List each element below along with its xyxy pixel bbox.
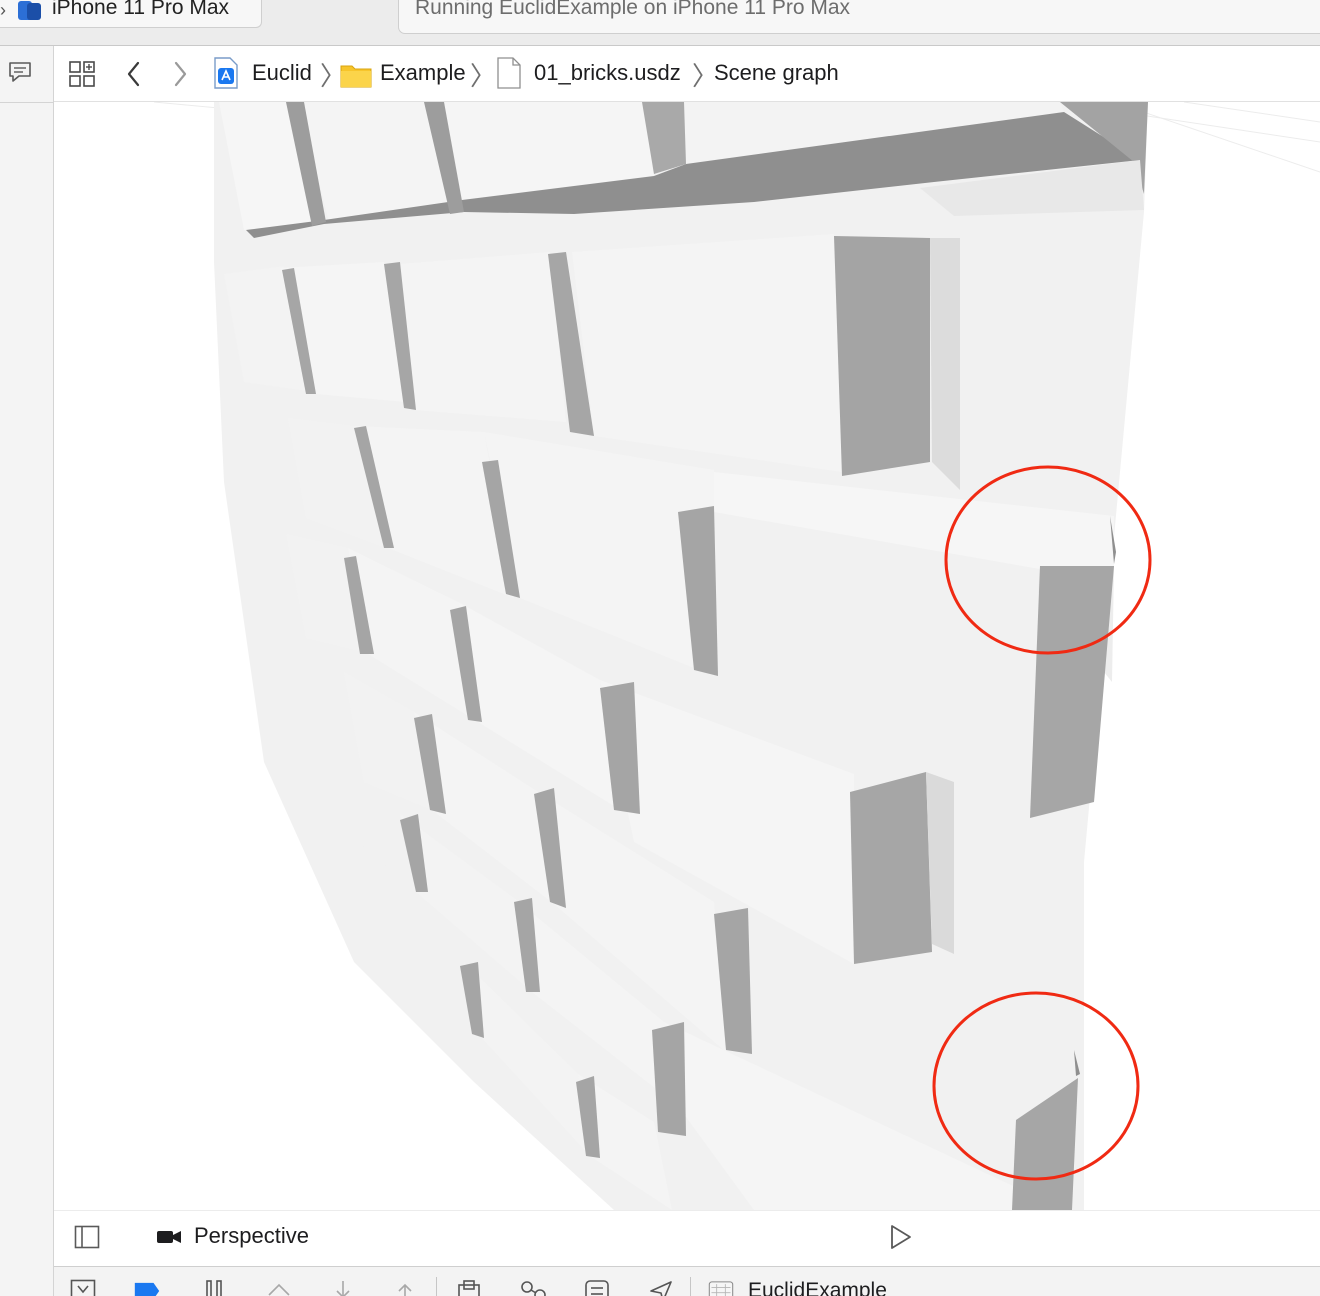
related-items-grid-icon[interactable]: [68, 60, 96, 88]
activity-view: Running EuclidExample on iPhone 11 Pro M…: [398, 0, 1320, 34]
breadcrumb-project[interactable]: Euclid: [252, 60, 312, 86]
step-out-icon[interactable]: [392, 1279, 418, 1296]
play-icon[interactable]: [888, 1223, 914, 1251]
scheme-device-label: iPhone 11 Pro Max: [52, 0, 230, 19]
forward-chevron-icon[interactable]: [170, 60, 190, 88]
debug-bar: EuclidExample: [54, 1266, 1320, 1296]
memory-graph-icon[interactable]: [520, 1279, 546, 1296]
brick-side: [834, 236, 930, 476]
toolbar-divider: [436, 1277, 437, 1296]
debug-process-name: EuclidExample: [748, 1279, 887, 1296]
simulate-location-icon[interactable]: [648, 1279, 674, 1296]
scene-viewport[interactable]: [54, 102, 1320, 1210]
folder-icon: [340, 65, 372, 88]
xcode-project-icon: [214, 57, 238, 89]
toolbar-divider: [690, 1277, 691, 1296]
sidebar-toggle-icon[interactable]: [74, 1225, 100, 1249]
comment-icon[interactable]: [7, 60, 33, 84]
jump-bar: Euclid 〉 Example 〉 01_bricks.usdz 〉 Scen…: [54, 46, 1320, 102]
step-into-icon[interactable]: [330, 1279, 356, 1296]
pause-icon[interactable]: [202, 1279, 228, 1296]
breakpoints-toggle-icon[interactable]: [134, 1279, 160, 1296]
hide-debug-area-icon[interactable]: [70, 1279, 96, 1296]
brick-side: [850, 772, 932, 964]
viewport-toolbar: Perspective: [54, 1210, 1320, 1266]
brick-edge: [930, 238, 960, 490]
back-chevron-icon[interactable]: [124, 60, 144, 88]
gutter-divider: [0, 102, 53, 103]
environment-overrides-icon[interactable]: [584, 1279, 610, 1296]
process-app-icon: [708, 1281, 734, 1296]
breadcrumb-file[interactable]: 01_bricks.usdz: [534, 60, 681, 86]
editor-gutter: [0, 46, 54, 1296]
breadcrumb-chevron-icon: 〉: [470, 61, 497, 91]
chevron-right-icon: ›: [0, 0, 6, 20]
scheme-device-selector[interactable]: › iPhone 11 Pro Max: [0, 0, 262, 28]
activity-status-text: Running EuclidExample on iPhone 11 Pro M…: [415, 0, 851, 19]
brick-side: [1030, 566, 1114, 818]
brick-wall-render: [153, 102, 1320, 1210]
view-hierarchy-icon[interactable]: [456, 1279, 482, 1296]
breadcrumb-group[interactable]: Example: [380, 60, 466, 86]
step-over-icon[interactable]: [266, 1279, 292, 1296]
brick: [572, 234, 842, 472]
camera-mode-label[interactable]: Perspective: [194, 1223, 309, 1249]
video-camera-icon[interactable]: [156, 1228, 182, 1246]
iphone-device-icon: [18, 1, 41, 20]
breadcrumb-scene-graph[interactable]: Scene graph: [714, 60, 839, 86]
window-toolbar: › iPhone 11 Pro Max Running EuclidExampl…: [0, 0, 1320, 46]
brick: [400, 252, 566, 422]
document-icon: [497, 57, 521, 89]
